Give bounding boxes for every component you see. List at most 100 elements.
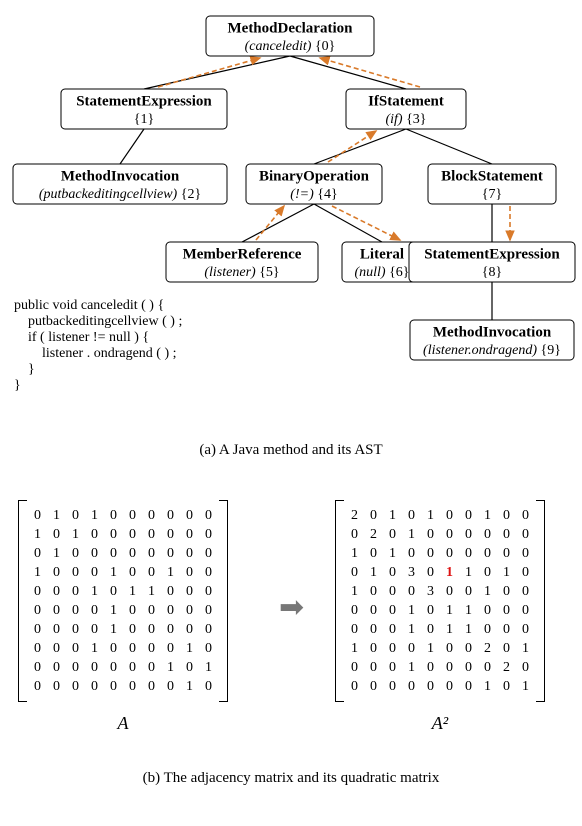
matrix-cell: 0 bbox=[123, 525, 142, 544]
matrix-cell: 0 bbox=[440, 525, 459, 544]
matrix-cell: 0 bbox=[180, 563, 199, 582]
matrix-cell: 0 bbox=[161, 506, 180, 525]
matrix-cell: 1 bbox=[421, 639, 440, 658]
matrix-cell: 0 bbox=[85, 563, 104, 582]
matrix-cell: 0 bbox=[199, 506, 218, 525]
matrix-cell: 0 bbox=[85, 525, 104, 544]
svg-text:MemberReference: MemberReference bbox=[183, 246, 302, 262]
matrix-cell: 0 bbox=[199, 525, 218, 544]
matrix-cell: 0 bbox=[364, 658, 383, 677]
matrix-cell: 2 bbox=[345, 506, 364, 525]
matrix-cell: 0 bbox=[142, 658, 161, 677]
matrix-cell: 0 bbox=[66, 677, 85, 696]
matrix-cell: 1 bbox=[459, 620, 478, 639]
matrix-cell: 0 bbox=[440, 582, 459, 601]
ast-node-1: StatementExpression{1} bbox=[61, 89, 227, 129]
matrix-cell: 0 bbox=[28, 544, 47, 563]
matrix-cell: 0 bbox=[478, 620, 497, 639]
matrix-cell: 0 bbox=[28, 677, 47, 696]
matrix-cell: 0 bbox=[402, 582, 421, 601]
matrix-cell: 0 bbox=[364, 639, 383, 658]
matrix-cell: 0 bbox=[142, 525, 161, 544]
matrix-cell: 0 bbox=[421, 601, 440, 620]
matrix-cell: 0 bbox=[383, 639, 402, 658]
matrix-cell: 0 bbox=[47, 658, 66, 677]
matrix-cell: 0 bbox=[421, 658, 440, 677]
matrix-cell: 0 bbox=[459, 506, 478, 525]
matrix-cell: 2 bbox=[478, 639, 497, 658]
ast-node-0: MethodDeclaration(canceledit) {0} bbox=[206, 16, 374, 56]
matrix-cell: 0 bbox=[516, 506, 535, 525]
matrix-cell: 0 bbox=[345, 677, 364, 696]
matrix-cell: 0 bbox=[47, 525, 66, 544]
matrix-cell: 0 bbox=[402, 544, 421, 563]
matrix-cell: 0 bbox=[516, 525, 535, 544]
matrix-cell: 1 bbox=[28, 563, 47, 582]
matrix-cell: 0 bbox=[478, 525, 497, 544]
matrix-cell: 0 bbox=[161, 525, 180, 544]
matrix-cell: 0 bbox=[421, 563, 440, 582]
matrix-cell: 0 bbox=[516, 582, 535, 601]
matrix-cell: 0 bbox=[180, 506, 199, 525]
matrix-cell: 0 bbox=[66, 506, 85, 525]
matrix-cell: 1 bbox=[364, 563, 383, 582]
caption-a: (a) A Java method and its AST bbox=[0, 442, 582, 459]
matrix-cell: 1 bbox=[402, 601, 421, 620]
matrix-cell: 3 bbox=[421, 582, 440, 601]
matrix-cell: 1 bbox=[47, 544, 66, 563]
matrix-cell: 1 bbox=[345, 639, 364, 658]
matrix-cell: 0 bbox=[28, 506, 47, 525]
matrix-cell: 1 bbox=[85, 582, 104, 601]
matrix-a2-block: 2010100100020100000010100000000103011010… bbox=[335, 500, 545, 734]
matrix-cell: 1 bbox=[47, 506, 66, 525]
caption-b: (b) The adjacency matrix and its quadrat… bbox=[0, 770, 582, 787]
matrix-cell: 1 bbox=[459, 563, 478, 582]
matrix-cell: 1 bbox=[161, 563, 180, 582]
matrix-cell: 0 bbox=[516, 563, 535, 582]
matrix-cell: 0 bbox=[66, 601, 85, 620]
matrix-cell: 0 bbox=[142, 639, 161, 658]
matrix-cell: 0 bbox=[478, 544, 497, 563]
matrix-cell: 0 bbox=[28, 620, 47, 639]
matrix-cell: 0 bbox=[104, 525, 123, 544]
matrix-cell: 0 bbox=[478, 563, 497, 582]
matrix-cell: 0 bbox=[104, 658, 123, 677]
matrix-cell: 0 bbox=[516, 601, 535, 620]
matrix-cell: 0 bbox=[123, 677, 142, 696]
matrix-cell: 0 bbox=[104, 544, 123, 563]
matrix-cell: 0 bbox=[440, 506, 459, 525]
matrix-cell: 1 bbox=[478, 582, 497, 601]
matrix-cell: 0 bbox=[383, 563, 402, 582]
matrix-cell: 0 bbox=[459, 544, 478, 563]
matrix-cell: 1 bbox=[421, 506, 440, 525]
matrix-cell: 0 bbox=[161, 677, 180, 696]
matrix-cell: 0 bbox=[497, 544, 516, 563]
matrix-cell: 0 bbox=[85, 601, 104, 620]
matrix-cell: 0 bbox=[383, 620, 402, 639]
code-snippet: public void canceledit ( ) { putbackedit… bbox=[14, 298, 182, 394]
matrix-cell: 1 bbox=[383, 506, 402, 525]
matrix-cell: 0 bbox=[142, 677, 161, 696]
matrix-cell: 0 bbox=[104, 639, 123, 658]
matrix-cell: 0 bbox=[440, 677, 459, 696]
svg-text:(listener.ondragend) {9}: (listener.ondragend) {9} bbox=[423, 343, 561, 358]
matrix-cell: 0 bbox=[199, 601, 218, 620]
matrix-cell: 0 bbox=[364, 582, 383, 601]
matrix-cell: 0 bbox=[459, 658, 478, 677]
matrix-cell: 0 bbox=[364, 506, 383, 525]
matrix-cell: 0 bbox=[402, 677, 421, 696]
matrix-cell: 0 bbox=[440, 658, 459, 677]
matrix-cell: 0 bbox=[142, 620, 161, 639]
matrix-cell: 1 bbox=[440, 620, 459, 639]
matrix-cell: 0 bbox=[47, 620, 66, 639]
svg-text:{1}: {1} bbox=[134, 112, 154, 127]
matrix-cell: 0 bbox=[383, 677, 402, 696]
matrix-cell: 0 bbox=[47, 639, 66, 658]
matrix-cell: 0 bbox=[85, 544, 104, 563]
svg-text:(listener) {5}: (listener) {5} bbox=[204, 265, 279, 280]
matrix-cell: 0 bbox=[28, 601, 47, 620]
ast-node-3: IfStatement(if) {3} bbox=[346, 89, 466, 129]
matrix-cell: 0 bbox=[142, 563, 161, 582]
matrix-cell: 1 bbox=[478, 506, 497, 525]
matrix-cell: 0 bbox=[161, 639, 180, 658]
